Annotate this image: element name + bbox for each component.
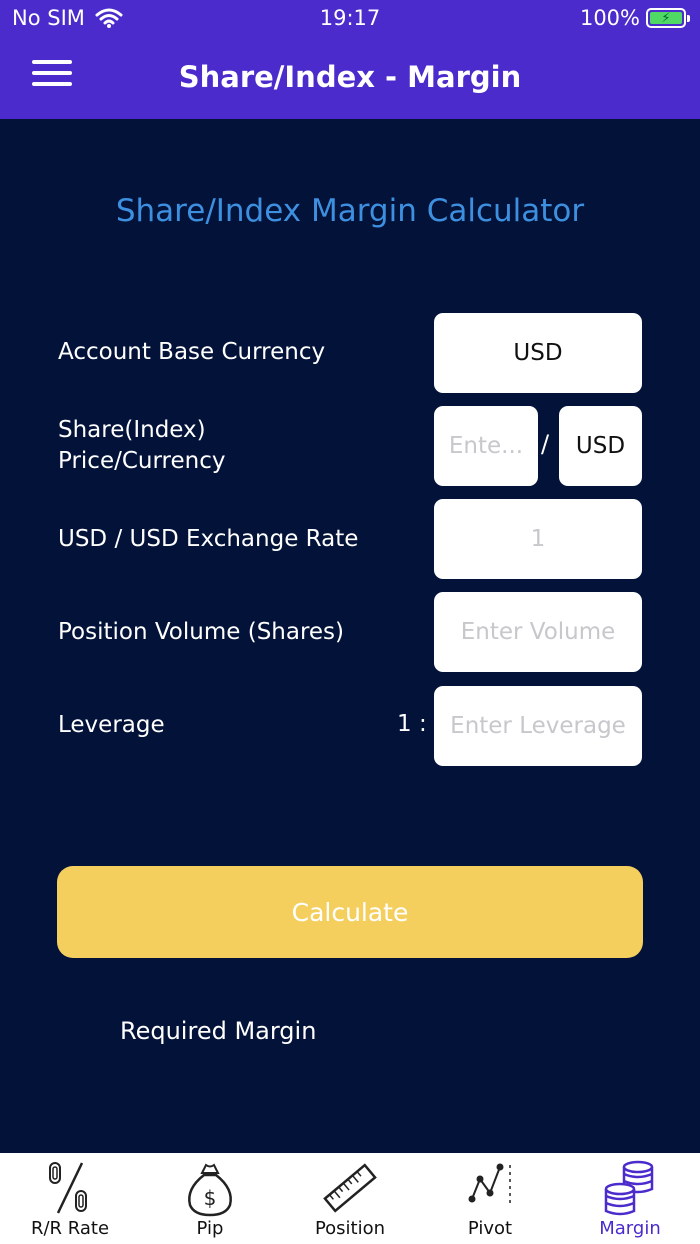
required-margin-label: Required Margin bbox=[120, 1017, 317, 1045]
svg-text:$: $ bbox=[204, 1186, 217, 1210]
base-currency-selector[interactable]: USD bbox=[434, 313, 642, 393]
volume-label: Position Volume (Shares) bbox=[58, 619, 345, 645]
exchange-rate-label: USD / USD Exchange Rate bbox=[58, 526, 359, 552]
exchange-rate-value: 1 bbox=[530, 526, 546, 552]
price-currency-value: USD bbox=[575, 433, 626, 459]
tab-position[interactable]: Position bbox=[280, 1153, 420, 1244]
leverage-ratio-prefix: 1 : bbox=[397, 711, 427, 737]
page-title: Share/Index - Margin bbox=[178, 60, 522, 94]
price-separator: / bbox=[541, 430, 550, 458]
money-bag-icon: $ bbox=[188, 1163, 232, 1217]
tab-pivot[interactable]: Pivot bbox=[420, 1153, 560, 1244]
exchange-rate-field[interactable]: 1 bbox=[434, 499, 642, 579]
battery-status: 100% ⚡ bbox=[579, 6, 690, 30]
status-bar: No SIM 19:17 100% ⚡ bbox=[0, 0, 700, 40]
calculator-title: Share/Index Margin Calculator bbox=[115, 193, 585, 229]
percent-icon bbox=[49, 1162, 87, 1214]
price-label: Share(Index) Price/Currency bbox=[58, 417, 226, 474]
battery-icon: ⚡ bbox=[646, 8, 690, 28]
app-header: No SIM 19:17 100% ⚡ Share/Index - Margin bbox=[0, 0, 700, 119]
pivot-chart-icon bbox=[468, 1163, 511, 1205]
tab-rr-rate[interactable]: R/R Rate bbox=[0, 1153, 140, 1244]
tab-pip[interactable]: $ Pip bbox=[140, 1153, 280, 1244]
calculate-button[interactable]: Calculate bbox=[57, 866, 643, 958]
volume-input[interactable] bbox=[434, 592, 642, 672]
price-currency-selector[interactable]: USD bbox=[559, 406, 642, 486]
tab-bar: R/R Rate $ Pip Position Pivot Margin bbox=[0, 1153, 700, 1244]
leverage-label: Leverage bbox=[58, 712, 165, 738]
tab-margin[interactable]: Margin bbox=[560, 1153, 700, 1244]
ruler-icon bbox=[323, 1163, 377, 1213]
battery-percent: 100% bbox=[579, 6, 640, 30]
price-input[interactable] bbox=[434, 406, 538, 486]
leverage-input[interactable] bbox=[434, 686, 642, 766]
base-currency-value: USD bbox=[513, 340, 563, 366]
coin-stack-icon bbox=[604, 1160, 654, 1216]
base-currency-label: Account Base Currency bbox=[58, 339, 326, 365]
